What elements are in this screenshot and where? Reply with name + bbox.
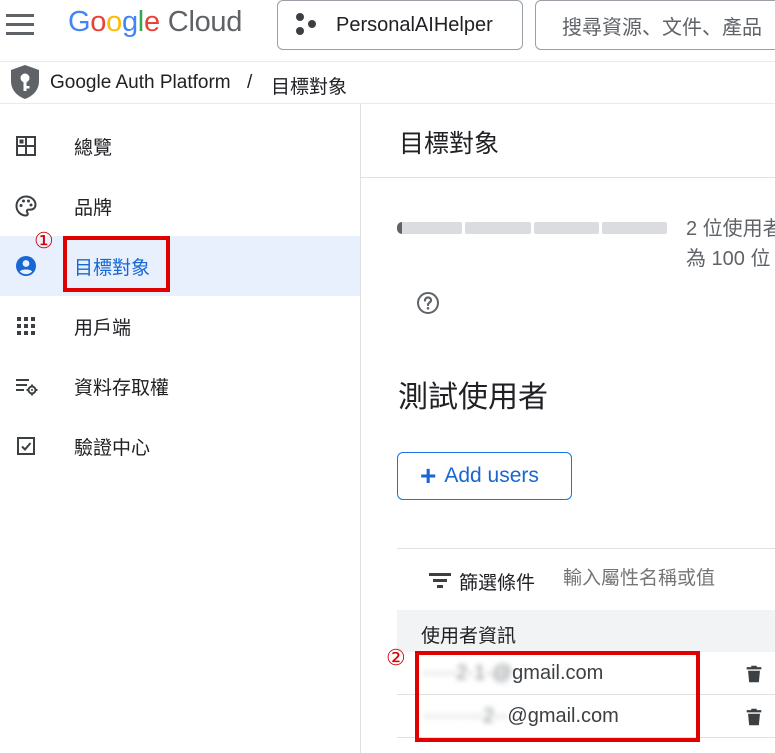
sidebar-item-clients[interactable]: 用戶端 <box>0 296 360 356</box>
data-access-settings-icon <box>16 379 38 396</box>
add-users-button[interactable]: + Add users <box>397 452 572 500</box>
table-row: ·········2··@gmail.com <box>397 695 775 738</box>
project-name: PersonalAIHelper <box>336 13 493 36</box>
sidebar-item-data-access[interactable]: 資料存取權 <box>0 356 360 416</box>
breadcrumb-product-link[interactable]: Google Auth Platform <box>50 72 231 94</box>
breadcrumb-current-page: 目標對象 <box>271 77 348 98</box>
filter-bar: 篩選條件 <box>397 548 775 610</box>
delete-icon[interactable] <box>743 706 765 728</box>
sidebar-item-label: 總覽 <box>74 138 113 159</box>
progress-segment <box>601 222 667 234</box>
help-icon[interactable] <box>416 291 440 315</box>
filter-icon[interactable] <box>429 573 451 589</box>
sidebar-item-verification-center[interactable]: 驗證中心 <box>0 416 360 476</box>
progress-segment <box>533 222 599 234</box>
annotation-marker-2: ② <box>386 646 406 671</box>
column-header-user-info: 使用者資訊 <box>421 626 517 647</box>
user-email: ·····2·1·@gmail.com <box>423 662 603 685</box>
cloud-wordmark: Cloud <box>167 6 243 38</box>
dashboard-icon <box>16 136 36 156</box>
user-count-text: 2 位使用者 <box>686 218 775 240</box>
sidebar-item-overview[interactable]: 總覽 <box>0 116 360 176</box>
divider <box>361 177 775 178</box>
account-circle-icon <box>16 256 36 276</box>
sidebar-item-label: 目標對象 <box>74 258 151 279</box>
google-cloud-logo[interactable]: Google Cloud <box>68 6 242 39</box>
hamburger-menu-icon[interactable] <box>6 12 36 38</box>
filter-input[interactable] <box>563 568 773 590</box>
palette-icon <box>15 195 37 217</box>
project-picker-button[interactable]: PersonalAIHelper <box>277 0 523 50</box>
test-users-heading: 測試使用者 <box>398 381 548 414</box>
email-domain: gmail.com <box>512 662 604 684</box>
apps-grid-icon <box>17 317 35 335</box>
sidebar-item-label: 品牌 <box>74 198 113 219</box>
sidebar-nav: 總覽 品牌 目標對象 用戶端 資料存取權 驗證中心 <box>0 104 361 753</box>
progress-segment <box>397 222 463 234</box>
checkbox-icon <box>17 437 35 455</box>
breadcrumb: Google Auth Platform / 目標對象 <box>0 62 775 104</box>
project-hexagon-icon <box>296 13 320 37</box>
table-header: 使用者資訊 <box>397 610 775 652</box>
sidebar-item-branding[interactable]: 品牌 <box>0 176 360 236</box>
progress-fill <box>397 222 403 234</box>
annotation-marker-1: ① <box>34 229 54 254</box>
plus-icon: + <box>420 460 437 491</box>
user-email: ·········2··@gmail.com <box>423 705 619 728</box>
email-domain: @gmail.com <box>507 705 619 727</box>
shield-key-icon <box>11 65 39 99</box>
top-app-bar: Google Cloud PersonalAIHelper 搜尋資源、文件、產品 <box>0 0 775 62</box>
search-input[interactable]: 搜尋資源、文件、產品 <box>535 0 775 50</box>
user-cap-text: 2 位使用者 為 100 位 <box>686 214 775 274</box>
search-placeholder: 搜尋資源、文件、產品 <box>562 16 762 39</box>
google-wordmark: Google <box>68 6 160 38</box>
add-users-label: Add users <box>444 464 539 487</box>
sidebar-item-label: 資料存取權 <box>74 378 170 399</box>
table-row: ·····2·1·@gmail.com <box>397 652 775 695</box>
sidebar-item-label: 用戶端 <box>74 318 132 339</box>
redacted-email-local-part: ·····2·1·@ <box>423 662 513 684</box>
user-cap-progress-bar <box>397 222 667 234</box>
filter-label: 篩選條件 <box>459 573 536 594</box>
page-title: 目標對象 <box>399 130 500 158</box>
progress-segment <box>465 222 531 234</box>
delete-icon[interactable] <box>743 663 765 685</box>
redacted-email-local-part: ·········2·· <box>423 705 508 727</box>
main-content: 目標對象 2 位使用者 為 100 位 測試使用者 + Add users 篩選… <box>361 104 775 753</box>
breadcrumb-separator: / <box>247 72 253 93</box>
sidebar-item-label: 驗證中心 <box>74 438 151 459</box>
user-limit-text: 為 100 位 <box>686 248 771 270</box>
sidebar-item-audience[interactable]: 目標對象 <box>0 236 360 296</box>
